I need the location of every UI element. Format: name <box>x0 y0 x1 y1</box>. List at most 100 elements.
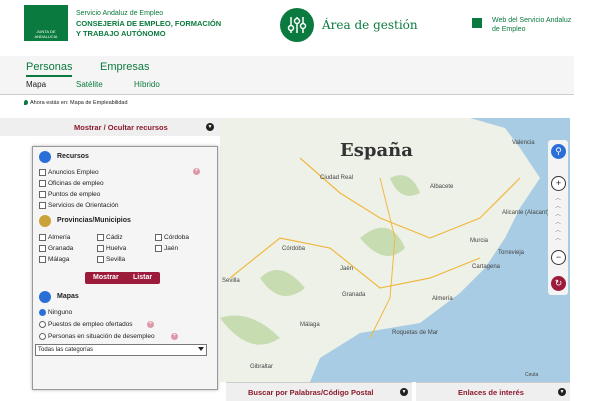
city-label: Almería <box>432 296 453 302</box>
city-label: Córdoba <box>282 246 306 252</box>
subtab-hibrido[interactable]: Híbrido <box>134 80 160 89</box>
checkbox[interactable] <box>97 245 104 252</box>
province-item[interactable]: Huelva <box>97 245 126 252</box>
map-view[interactable]: España Valencia Ciudad Real Albacete Ali… <box>220 118 570 382</box>
plus-icon[interactable]: + <box>147 321 154 328</box>
chevron-down-icon[interactable]: ▼ <box>400 388 408 396</box>
zoom-lens-icon[interactable]: ⚲ <box>551 144 566 159</box>
city-label: Murcia <box>470 238 489 244</box>
checkbox[interactable] <box>97 234 104 241</box>
category-select-value: Todas las categorías <box>38 347 94 353</box>
plus-icon[interactable]: + <box>193 168 200 175</box>
province-item[interactable]: Cádiz <box>97 234 123 241</box>
city-label: Alicante (Alacant) <box>502 210 550 216</box>
map-icon <box>39 291 51 303</box>
buildings-icon <box>39 215 51 227</box>
checkbox[interactable] <box>39 191 46 198</box>
checkbox[interactable] <box>39 169 46 176</box>
province-item[interactable]: Almería <box>39 234 70 241</box>
checkbox[interactable] <box>39 245 46 252</box>
checkbox[interactable] <box>155 234 162 241</box>
resource-item[interactable]: Servicios de Orientación <box>39 202 118 209</box>
map-option[interactable]: Ninguno <box>39 309 72 316</box>
chevron-down-icon[interactable]: ▼ <box>206 123 214 131</box>
zoom-level-icon[interactable]: ︿ <box>552 196 564 202</box>
plus-icon[interactable]: + <box>171 333 178 340</box>
map-option[interactable]: Personas en situación de desempleo <box>39 333 155 340</box>
radio-button[interactable] <box>39 333 46 340</box>
zoom-control: ⚲ + ︿ ︿ ︿ ︿ ︿ ︿ − ↻ <box>548 140 568 295</box>
toggle-resources-label: Mostrar / Ocultar recursos <box>74 123 168 132</box>
zoom-level-icon[interactable]: ︿ <box>552 212 564 218</box>
city-label: Valencia <box>512 140 535 146</box>
external-link-icon <box>472 18 482 28</box>
chevron-down-icon[interactable]: ▼ <box>558 388 566 396</box>
city-label: Cartagena <box>472 264 501 270</box>
province-label: Sevilla <box>106 256 126 264</box>
zoom-out-icon[interactable]: − <box>551 250 566 265</box>
show-button[interactable]: Mostrar <box>85 272 127 284</box>
resource-item[interactable]: Puntos de empleo <box>39 191 100 198</box>
resources-icon <box>39 151 51 163</box>
checkbox[interactable] <box>39 180 46 187</box>
links-bar[interactable]: Enlaces de interés ▼ <box>416 382 570 401</box>
city-label: Roquetas de Mar <box>392 330 439 336</box>
green-area <box>260 270 305 296</box>
mgmt-title[interactable]: Área de gestión <box>322 18 418 32</box>
radio-button[interactable] <box>39 309 46 316</box>
city-label: Torrevieja <box>498 250 525 256</box>
province-item[interactable]: Sevilla <box>97 256 125 263</box>
junta-logo[interactable]: JUNTA DE ANDALUCIA <box>24 5 68 41</box>
checkbox[interactable] <box>39 256 46 263</box>
tab-empresas[interactable]: Empresas <box>100 61 150 73</box>
map-option[interactable]: Puestos de empleo ofertados <box>39 321 133 328</box>
tab-personas[interactable]: Personas <box>26 61 73 77</box>
maps-title: Mapas <box>57 293 79 300</box>
web-link[interactable]: Web del Servicio Andaluz de Empleo <box>492 16 572 34</box>
green-area <box>360 227 405 256</box>
province-item[interactable]: Granada <box>39 245 73 252</box>
subtab-satelite[interactable]: Satélite <box>76 80 103 89</box>
toggle-resources-bar[interactable]: Mostrar / Ocultar recursos ▼ <box>0 118 220 136</box>
location-pin-icon <box>24 100 28 106</box>
header: JUNTA DE ANDALUCIA Servicio Andaluz de E… <box>0 0 600 56</box>
checkbox[interactable] <box>39 234 46 241</box>
category-select[interactable]: Todas las categorías <box>35 344 207 356</box>
chevron-down-icon <box>198 347 204 351</box>
city-label: Málaga <box>300 322 320 328</box>
province-label: Jaén <box>164 245 179 253</box>
city-label: Ceuta <box>525 372 539 378</box>
province-item[interactable]: Jaén <box>155 245 178 252</box>
province-label: Córdoba <box>164 234 189 242</box>
zoom-level-icon[interactable]: ︿ <box>552 220 564 226</box>
city-label: Granada <box>342 292 366 298</box>
country-label: España <box>340 140 413 161</box>
resource-item[interactable]: Oficinas de empleo <box>39 180 104 187</box>
radio-button[interactable] <box>39 321 46 328</box>
province-label: Almería <box>48 234 71 242</box>
resource-label: Anuncios Empleo <box>48 169 99 177</box>
search-label: Buscar por Palabras/Código Postal <box>248 388 374 397</box>
zoom-level-icon[interactable]: ︿ <box>552 204 564 210</box>
resources-title: Recursos <box>57 153 89 160</box>
sliders-icon[interactable] <box>280 8 314 42</box>
resource-label: Oficinas de empleo <box>48 180 104 188</box>
city-label: Albacete <box>430 184 454 190</box>
highway-line <box>369 177 396 339</box>
checkbox[interactable] <box>97 256 104 263</box>
search-bar[interactable]: Buscar por Palabras/Código Postal ▼ <box>226 382 412 401</box>
city-label: Ciudad Real <box>320 175 354 181</box>
subtab-mapa[interactable]: Mapa <box>26 80 46 89</box>
resource-item[interactable]: Anuncios Empleo <box>39 169 99 176</box>
checkbox[interactable] <box>155 245 162 252</box>
checkbox[interactable] <box>39 202 46 209</box>
provinces-title: Provincias/Municipios <box>57 217 131 224</box>
org-name: CONSEJERÍA DE EMPLEO, FORMACIÓN Y TRABAJ… <box>76 19 222 38</box>
route-icon[interactable]: ↻ <box>551 276 566 291</box>
zoom-level-icon[interactable]: ︿ <box>552 236 564 242</box>
province-item[interactable]: Córdoba <box>155 234 189 241</box>
list-button[interactable]: Listar <box>125 272 161 284</box>
zoom-level-icon[interactable]: ︿ <box>552 228 564 234</box>
province-item[interactable]: Málaga <box>39 256 69 263</box>
zoom-in-icon[interactable]: + <box>551 176 566 191</box>
